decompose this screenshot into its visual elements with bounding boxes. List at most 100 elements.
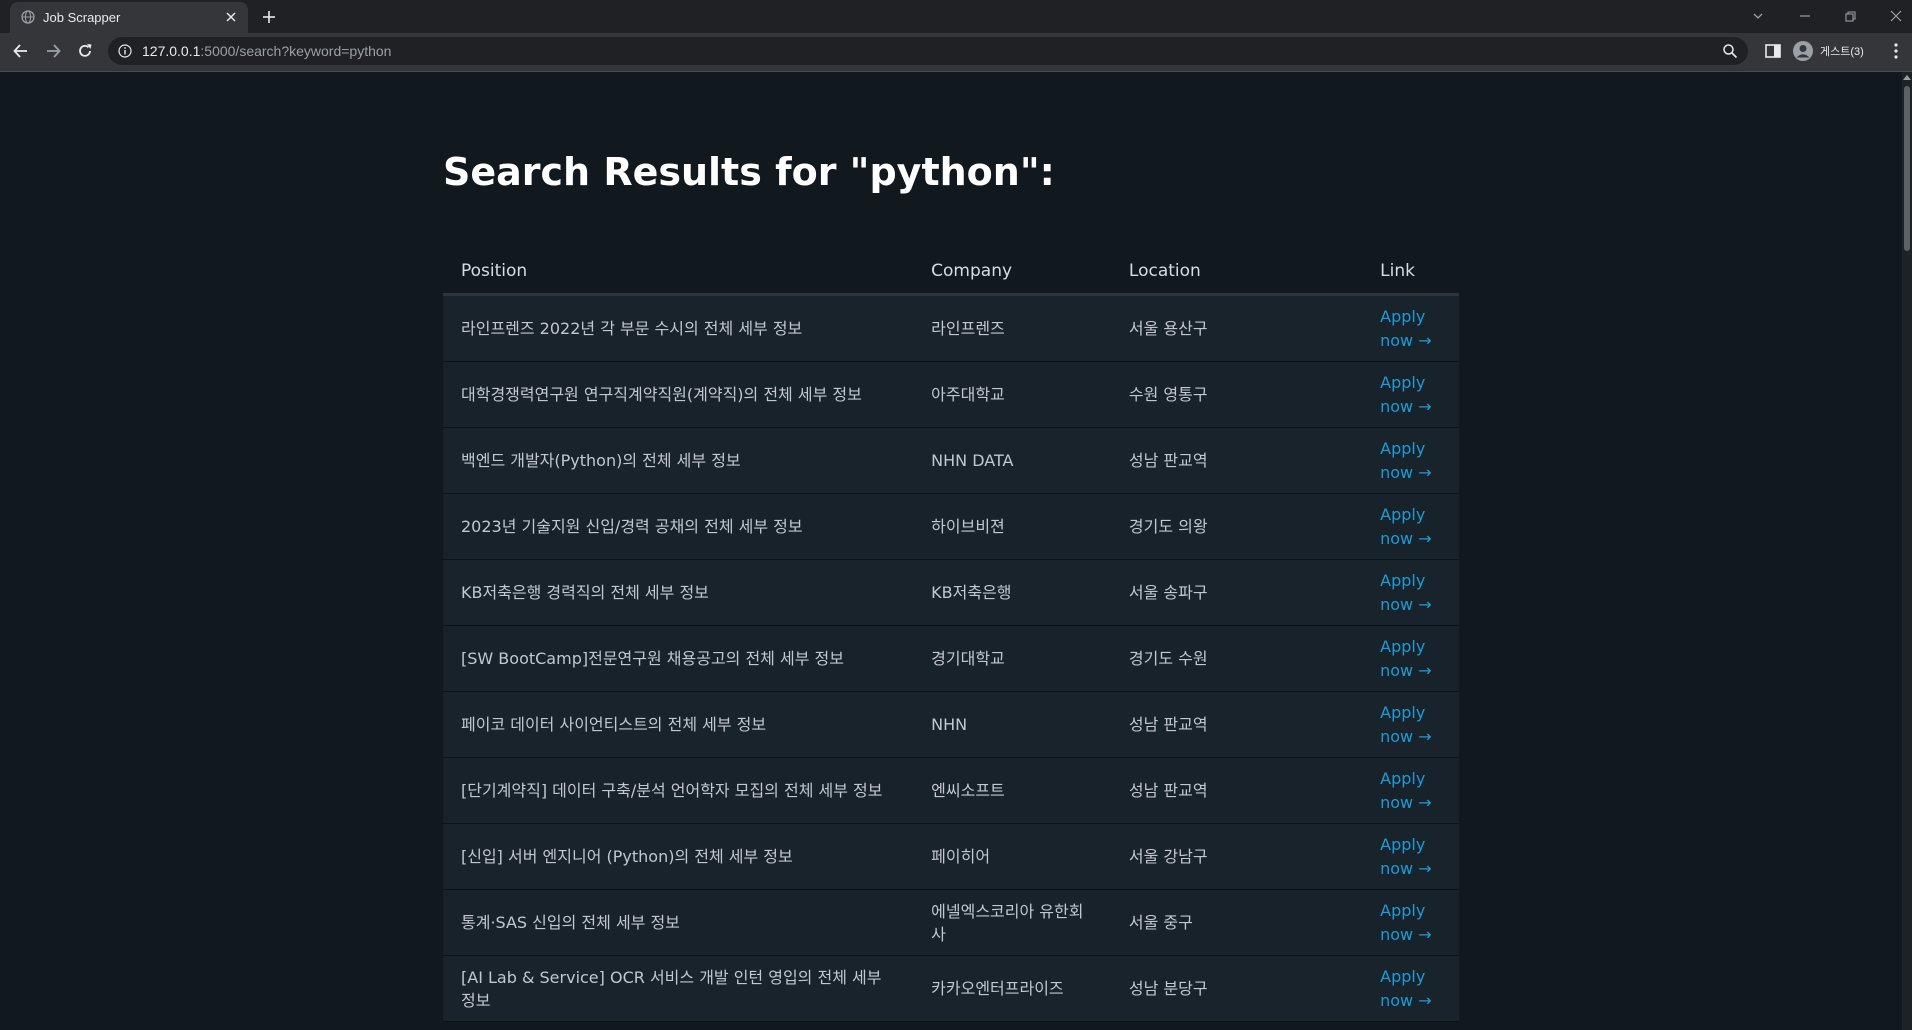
header-location: Location bbox=[1110, 248, 1363, 296]
scrollbar-thumb[interactable] bbox=[1904, 86, 1910, 251]
job-position: 페이코 데이터 사이언티스트의 전체 세부 정보 bbox=[443, 691, 914, 758]
job-location: 서울 송파구 bbox=[1110, 559, 1363, 626]
job-company: 엔씨소프트 bbox=[913, 757, 1111, 824]
profile-button[interactable]: 게스트(3) bbox=[1792, 38, 1864, 64]
scroll-up-icon[interactable] bbox=[1903, 75, 1911, 80]
job-link-cell: Apply now → bbox=[1362, 427, 1459, 494]
job-position: [AI Lab & Service] OCR 서비스 개발 인턴 영입의 전체 … bbox=[443, 955, 914, 1022]
url-text: 127.0.0.1:5000/search?keyword=python bbox=[142, 43, 391, 59]
header-position: Position bbox=[443, 248, 914, 296]
job-location: 경기도 수원 bbox=[1110, 625, 1363, 692]
side-panel-icon[interactable] bbox=[1764, 42, 1782, 60]
kebab-menu-icon[interactable] bbox=[1892, 41, 1900, 61]
apply-now-link[interactable]: Apply now → bbox=[1380, 833, 1440, 881]
zoom-icon[interactable] bbox=[1722, 43, 1738, 59]
job-position: 라인프렌즈 2022년 각 부문 수시의 전체 세부 정보 bbox=[443, 294, 914, 362]
profile-avatar-icon bbox=[1793, 41, 1813, 61]
browser-tab[interactable]: Job Scrapper bbox=[10, 2, 248, 33]
table-row: 대학경쟁력연구원 연구직계약직원(계약직)의 전체 세부 정보 아주대학교 수원… bbox=[443, 361, 1459, 428]
browser-window: Job Scrapper 127.0.0.1:5000/search?keywo… bbox=[0, 0, 1912, 1030]
profile-label: 게스트(3) bbox=[1820, 46, 1864, 58]
job-position: [단기계약직] 데이터 구축/분석 언어학자 모집의 전체 세부 정보 bbox=[443, 757, 914, 824]
job-location: 경기도 의왕 bbox=[1110, 493, 1363, 560]
job-company: 카카오엔터프라이즈 bbox=[913, 955, 1111, 1022]
table-body: 라인프렌즈 2022년 각 부문 수시의 전체 세부 정보 라인프렌즈 서울 용… bbox=[443, 294, 1459, 1022]
job-position: KB저축은행 경력직의 전체 세부 정보 bbox=[443, 559, 914, 626]
chevron-down-icon[interactable] bbox=[1748, 6, 1768, 26]
table-row: [AI Lab & Service] OCR 서비스 개발 인턴 영입의 전체 … bbox=[443, 955, 1459, 1022]
plus-icon[interactable] bbox=[260, 8, 278, 26]
arrow-right-icon[interactable] bbox=[43, 41, 63, 61]
job-link-cell: Apply now → bbox=[1362, 955, 1459, 1022]
globe-icon bbox=[21, 10, 35, 24]
job-location: 성남 판교역 bbox=[1110, 757, 1363, 824]
apply-now-link[interactable]: Apply now → bbox=[1380, 635, 1440, 683]
job-position: [신입] 서버 엔지니어 (Python)의 전체 세부 정보 bbox=[443, 823, 914, 890]
job-location: 서울 강남구 bbox=[1110, 823, 1363, 890]
job-location: 서울 용산구 bbox=[1110, 294, 1363, 362]
header-row: Position Company Location Link bbox=[443, 248, 1459, 296]
apply-now-link[interactable]: Apply now → bbox=[1380, 503, 1440, 551]
close-window-icon[interactable] bbox=[1886, 6, 1906, 26]
job-location: 서울 중구 bbox=[1110, 889, 1363, 956]
job-position: 대학경쟁력연구원 연구직계약직원(계약직)의 전체 세부 정보 bbox=[443, 361, 914, 428]
table-row: 2023년 기술지원 신입/경력 공채의 전체 세부 정보 하이브비젼 경기도 … bbox=[443, 493, 1459, 560]
table-row: 페이코 데이터 사이언티스트의 전체 세부 정보 NHN 성남 판교역 Appl… bbox=[443, 691, 1459, 758]
job-link-cell: Apply now → bbox=[1362, 889, 1459, 956]
apply-now-link[interactable]: Apply now → bbox=[1380, 371, 1440, 419]
table-row: [SW BootCamp]전문연구원 채용공고의 전체 세부 정보 경기대학교 … bbox=[443, 625, 1459, 692]
job-location: 성남 판교역 bbox=[1110, 691, 1363, 758]
job-location: 성남 분당구 bbox=[1110, 955, 1363, 1022]
job-link-cell: Apply now → bbox=[1362, 493, 1459, 560]
page-title: Search Results for "python": bbox=[443, 150, 1055, 194]
reload-icon[interactable] bbox=[75, 41, 95, 61]
job-company: NHN bbox=[913, 691, 1111, 758]
url-path: :5000/search?keyword=python bbox=[200, 43, 392, 59]
job-company: NHN DATA bbox=[913, 427, 1111, 494]
apply-now-link[interactable]: Apply now → bbox=[1380, 965, 1440, 1013]
url-host: 127.0.0.1 bbox=[142, 43, 201, 59]
info-icon[interactable] bbox=[118, 44, 132, 58]
minimize-icon[interactable] bbox=[1795, 6, 1815, 26]
apply-now-link[interactable]: Apply now → bbox=[1380, 899, 1440, 947]
job-company: 페이히어 bbox=[913, 823, 1111, 890]
apply-now-link[interactable]: Apply now → bbox=[1380, 701, 1440, 749]
job-link-cell: Apply now → bbox=[1362, 691, 1459, 758]
arrow-left-icon[interactable] bbox=[11, 41, 31, 61]
page-viewport: Search Results for "python": Position Co… bbox=[0, 72, 1912, 1030]
job-link-cell: Apply now → bbox=[1362, 361, 1459, 428]
apply-now-link[interactable]: Apply now → bbox=[1380, 767, 1440, 815]
job-location: 수원 영통구 bbox=[1110, 361, 1363, 428]
restore-icon[interactable] bbox=[1840, 6, 1860, 26]
job-company: 에넬엑스코리아 유한회사 bbox=[913, 889, 1111, 956]
page-scrollbar[interactable] bbox=[1902, 72, 1912, 1030]
job-company: 라인프렌즈 bbox=[913, 294, 1111, 362]
job-link-cell: Apply now → bbox=[1362, 625, 1459, 692]
job-position: [SW BootCamp]전문연구원 채용공고의 전체 세부 정보 bbox=[443, 625, 914, 692]
job-company: 아주대학교 bbox=[913, 361, 1111, 428]
results-table: Position Company Location Link 라인프렌즈 202… bbox=[443, 248, 1459, 1022]
address-bar[interactable]: 127.0.0.1:5000/search?keyword=python bbox=[108, 37, 1748, 65]
apply-now-link[interactable]: Apply now → bbox=[1380, 305, 1440, 353]
table-row: KB저축은행 경력직의 전체 세부 정보 KB저축은행 서울 송파구 Apply… bbox=[443, 559, 1459, 626]
job-link-cell: Apply now → bbox=[1362, 559, 1459, 626]
apply-now-link[interactable]: Apply now → bbox=[1380, 569, 1440, 617]
tab-title: Job Scrapper bbox=[43, 10, 121, 25]
tab-strip: Job Scrapper bbox=[0, 0, 1912, 33]
job-link-cell: Apply now → bbox=[1362, 294, 1459, 362]
job-location: 성남 판교역 bbox=[1110, 427, 1363, 494]
header-company: Company bbox=[913, 248, 1111, 296]
close-icon[interactable] bbox=[224, 10, 238, 24]
table-row: 백엔드 개발자(Python)의 전체 세부 정보 NHN DATA 성남 판교… bbox=[443, 427, 1459, 494]
job-position: 통계·SAS 신입의 전체 세부 정보 bbox=[443, 889, 914, 956]
table-row: [단기계약직] 데이터 구축/분석 언어학자 모집의 전체 세부 정보 엔씨소프… bbox=[443, 757, 1459, 824]
table-row: 통계·SAS 신입의 전체 세부 정보 에넬엑스코리아 유한회사 서울 중구 A… bbox=[443, 889, 1459, 956]
table-row: 라인프렌즈 2022년 각 부문 수시의 전체 세부 정보 라인프렌즈 서울 용… bbox=[443, 294, 1459, 362]
table-header: Position Company Location Link bbox=[443, 248, 1459, 296]
header-link: Link bbox=[1362, 248, 1459, 296]
job-position: 2023년 기술지원 신입/경력 공채의 전체 세부 정보 bbox=[443, 493, 914, 560]
apply-now-link[interactable]: Apply now → bbox=[1380, 437, 1440, 485]
job-company: KB저축은행 bbox=[913, 559, 1111, 626]
job-link-cell: Apply now → bbox=[1362, 757, 1459, 824]
table-row: [신입] 서버 엔지니어 (Python)의 전체 세부 정보 페이히어 서울 … bbox=[443, 823, 1459, 890]
